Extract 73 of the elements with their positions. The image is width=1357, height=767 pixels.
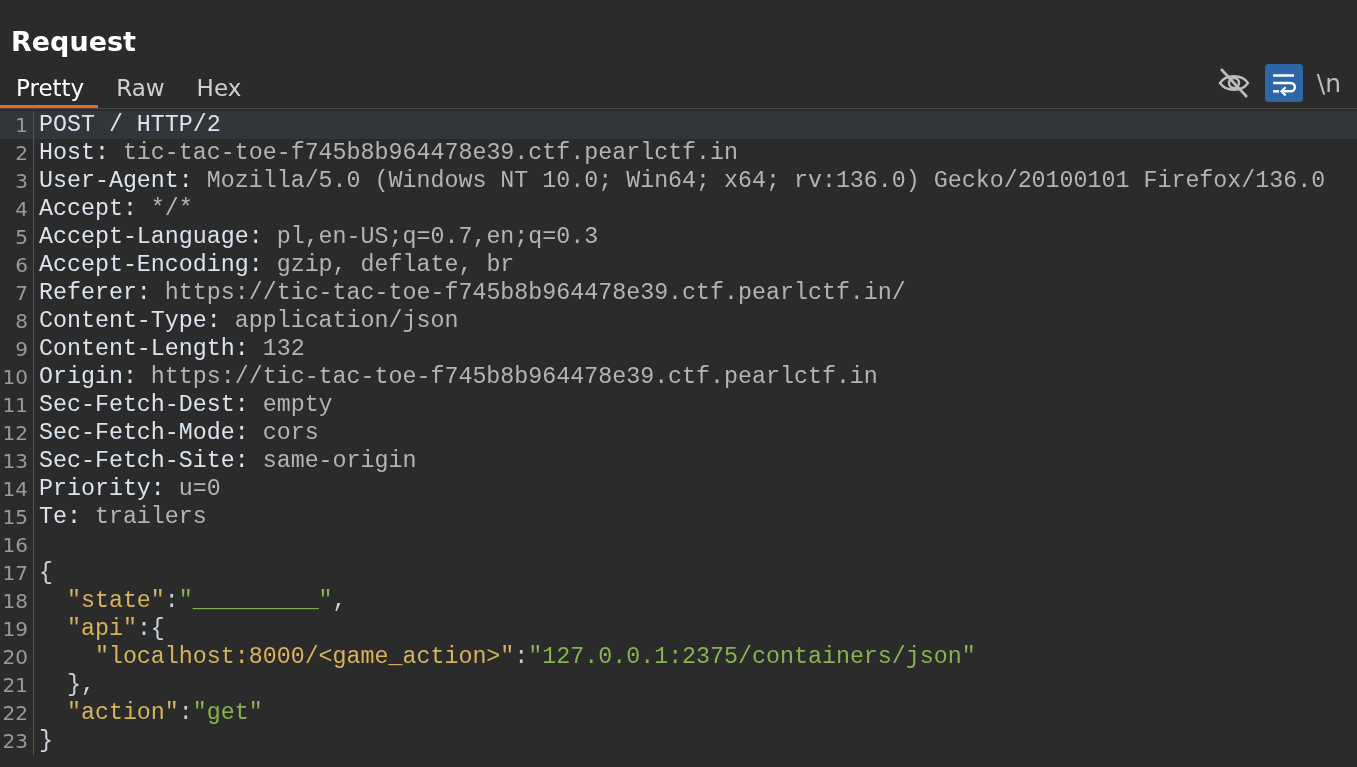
line-number: 14 [0,475,34,503]
code-value: cors [262,420,319,446]
line-number: 20 [0,643,34,671]
code-string: "get" [192,700,263,726]
code-name: Priority: [39,476,166,502]
code-name: Sec-Fetch-Mode: [39,420,250,446]
line-number: 23 [0,727,34,755]
line-number: 7 [0,279,34,307]
code-punct: { [39,560,53,586]
code-key: "state" [39,588,165,614]
line-number: 15 [0,503,34,531]
code-name: Sec-Fetch-Site: [39,448,250,474]
line-number: 9 [0,335,34,363]
tab[interactable]: Pretty [0,73,99,108]
code-name: Origin: [39,364,138,390]
code-key: "localhost:8000/<game_action>" [39,644,515,670]
line-number: 16 [0,531,34,559]
line-number: 19 [0,615,34,643]
code-name: Referer: [39,280,152,306]
line-number: 2 [0,139,34,167]
code-key: "action" [39,700,179,726]
line-number: 4 [0,195,34,223]
line-number: 5 [0,223,34,251]
line-number: 12 [0,419,34,447]
line-number: 22 [0,699,34,727]
code-name: Accept: [39,196,138,222]
line-number: 17 [0,559,34,587]
line-number: 3 [0,167,34,195]
code-value: 132 [262,336,305,362]
code-value: empty [262,392,333,418]
code-punct: , [332,588,347,614]
code-string: "_________" [178,588,333,614]
code-punct: : [178,700,193,726]
code-name: Content-Length: [39,336,250,362]
code-name: Te: [39,504,82,530]
tab[interactable]: Hex [180,73,256,108]
code-value: tic-tac-toe-f745b8b964478e39.ctf.pearlctf.in [122,140,739,166]
code-value: trailers [94,504,207,530]
code-value: same-origin [262,448,417,474]
line-number: 13 [0,447,34,475]
code-punct: : [164,588,179,614]
code-punct: } [39,728,53,754]
line-number: 18 [0,587,34,615]
code-name: Accept-Language: [39,224,264,250]
code-punct: :{ [136,616,165,642]
code-value: https://tic-tac-toe-f745b8b964478e39.ctf.pearlctf.in [150,364,878,390]
code-name: Accept-Encoding: [39,252,264,278]
code-name: POST / HTTP/2 [39,112,221,138]
line-number: 1 [0,111,34,139]
line-number: 10 [0,363,34,391]
code-string: "127.0.0.1:2375/containers/json" [528,644,976,670]
line-number: 11 [0,391,34,419]
code-value: https://tic-tac-toe-f745b8b964478e39.ctf.pearlctf.in/ [164,280,906,306]
code-name: Host: [39,140,110,166]
line-number: 6 [0,251,34,279]
line-number: 8 [0,307,34,335]
code-name: Content-Type: [39,308,222,334]
code-value: pl,en-US;q=0.7,en;q=0.3 [276,224,599,250]
panel-title: Request [10,25,137,59]
code-name: Sec-Fetch-Dest: [39,392,250,418]
newlines-button[interactable]: \n [1314,64,1343,102]
code-value: application/json [234,308,459,334]
code-value: gzip, deflate, br [276,252,515,278]
code-value: Mozilla/5.0 (Windows NT 10.0; Win64; x64; rv:136.0) Gecko/20100101 Firefox/136.0 [206,168,1326,194]
wrap-lines-button[interactable] [1264,64,1303,102]
code-value: */* [150,196,193,222]
code-punct: }, [65,672,95,698]
tab[interactable]: Raw [100,73,179,108]
line-number: 21 [0,671,34,699]
code-key: "api" [39,616,137,642]
code-name: User-Agent: [39,168,194,194]
code-value: u=0 [178,476,221,502]
code-punct: : [514,644,529,670]
